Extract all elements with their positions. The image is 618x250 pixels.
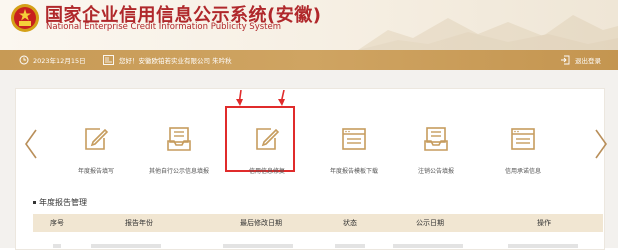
red-arrow-indicator	[278, 90, 285, 106]
service-label: 注销公告填报	[417, 168, 454, 175]
service-credit-repair[interactable]: 信用信息修复	[225, 106, 303, 180]
clock-icon	[19, 55, 29, 65]
document-window-icon	[342, 128, 366, 150]
service-deregistration-notice[interactable]: 注销公告填报	[400, 112, 472, 180]
service-label: 其他自行公示信息填报	[148, 168, 209, 175]
row-cutoff-placeholder	[53, 244, 578, 248]
table-row	[33, 234, 603, 248]
pencil-form-icon	[256, 128, 280, 150]
greeting-text: 您好！安徽欧铂若实业有限公司 朱吟秋	[119, 57, 232, 65]
bullet-dot	[33, 201, 36, 204]
inbox-tray-icon	[167, 127, 191, 151]
service-label: 信用信息修复	[248, 168, 285, 175]
service-label: 年度报告模板下载	[329, 168, 378, 175]
inbox-tray-icon	[424, 127, 448, 151]
pencil-form-icon	[85, 128, 109, 150]
chevron-right-icon	[595, 129, 607, 159]
service-label: 年度报告填写	[77, 168, 114, 175]
service-template-download[interactable]: 年度报告模板下载	[318, 112, 390, 180]
section-title: 年度报告管理	[33, 197, 87, 208]
column-header: 最后修改日期	[240, 219, 282, 227]
user-card-icon	[103, 55, 114, 65]
column-header: 序号	[50, 219, 64, 227]
date-display: 2023年12月15日	[19, 50, 86, 70]
section-title-text: 年度报告管理	[39, 198, 87, 207]
current-date: 2023年12月15日	[33, 57, 86, 65]
decorative-landscape	[358, 15, 618, 50]
column-header: 操作	[537, 219, 551, 227]
logout-label[interactable]: 退出登录	[575, 55, 601, 65]
document-window-icon	[511, 128, 535, 150]
carousel-prev-button[interactable]	[24, 128, 38, 160]
service-label: 信用承诺信息	[504, 168, 541, 175]
table-header: 序号 报告年份 最后修改日期 状态 公示日期 操作	[33, 214, 603, 232]
service-other-self-disclosure[interactable]: 其他自行公示信息填报	[143, 112, 215, 180]
logout-link[interactable]: 退出登录	[560, 50, 601, 70]
red-arrow-indicator	[236, 90, 243, 106]
service-annual-report-fill[interactable]: 年度报告填写	[60, 112, 132, 180]
column-header: 公示日期	[416, 219, 444, 227]
user-greeting: 您好！安徽欧铂若实业有限公司 朱吟秋	[103, 50, 232, 70]
site-header: 国家企业信用信息公示系统(安徽) National Enterprise Cre…	[0, 0, 618, 50]
carousel-next-button[interactable]	[594, 128, 608, 160]
site-subtitle: National Enterprise Credit Information P…	[46, 22, 281, 32]
national-emblem-icon	[11, 4, 39, 32]
service-credit-commitment[interactable]: 信用承诺信息	[487, 112, 559, 180]
chevron-left-icon	[25, 129, 37, 159]
logout-icon	[561, 55, 570, 65]
user-status-bar: 2023年12月15日 您好！安徽欧铂若实业有限公司 朱吟秋 退出登录	[0, 50, 618, 70]
column-header: 状态	[343, 219, 357, 227]
column-header: 报告年份	[125, 219, 153, 227]
